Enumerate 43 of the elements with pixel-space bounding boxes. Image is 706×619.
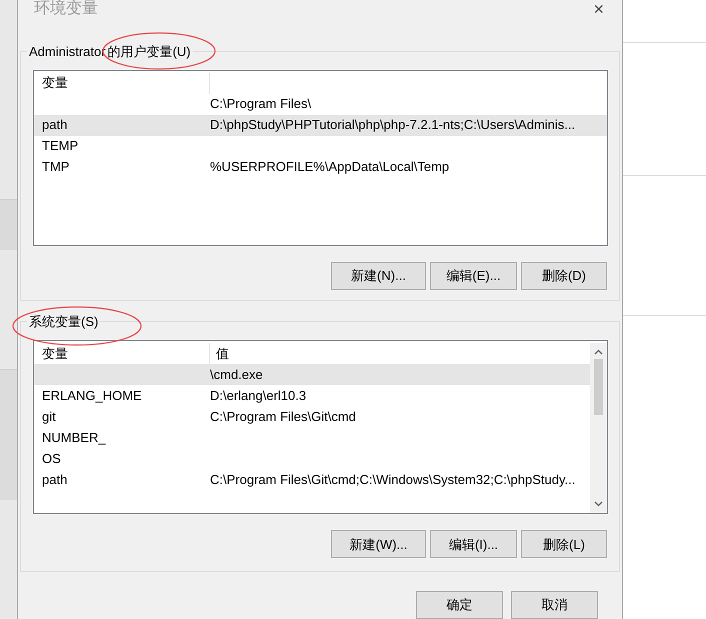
dialog-button[interactable]: 删除(L) [521,530,607,558]
dialog-button[interactable]: 取消 [511,591,598,619]
dialog-button[interactable]: 编辑(E)... [430,262,517,290]
column-header[interactable]: 变量 [42,344,68,364]
list-row[interactable]: git C:\Program Files\Git\cmd [34,406,590,428]
group-title: 系统变量(S) [27,312,100,332]
dialog-button[interactable]: 新建(W)... [331,530,426,558]
list-row[interactable]: TMP %USERPROFILE%\AppData\Local\Temp [34,156,607,178]
group-title: 的用户变量(U) [108,42,191,61]
list-row[interactable]: path C:\Program Files\Git\cmd;C:\Windows\System32;C:\phpStudy... [34,469,590,490]
variable-value: C:\Program Files\Git\cmd [210,409,356,424]
variable-value: D:\phpStudy\PHPTutorial\php\php-7.2.1-nts;C:\Users\Adminis... [210,117,576,132]
scrollbar-thumb[interactable] [594,359,603,416]
close-button[interactable]: × [593,0,604,18]
list-row[interactable]: TEMP [34,136,607,157]
variable-name: path [42,117,68,132]
variable-name: TMP [42,159,70,174]
list-row[interactable]: ERLANG_HOME D:\erlang\erl10.3 [34,385,590,406]
scroll-up-icon[interactable] [594,349,603,356]
column-header[interactable]: 值 [216,346,229,362]
dialog-button[interactable]: 删除(D) [521,262,607,290]
scroll-down-icon[interactable] [594,501,603,508]
dialog-button[interactable]: 编辑(I)... [430,530,517,558]
column-header[interactable]: 变量 [42,73,68,93]
variable-value: %USERPROFILE%\AppData\Local\Temp [210,159,450,174]
list-row[interactable]: NUMBER_ [34,427,590,448]
variable-value: \cmd.exe [210,367,263,382]
variable-name: ERLANG_HOME [42,388,142,404]
variable-value: C:\Program Files\ [210,96,312,112]
variable-name: git [42,409,56,424]
dialog-button[interactable]: 确定 [416,591,503,619]
list-row[interactable]: OS [34,448,590,470]
list-row[interactable]: path D:\phpStudy\PHPTutorial\php\php-7.2.1-nts;C:\Users\Adminis... [34,114,607,136]
variable-name: TEMP [42,138,78,154]
dialog-button[interactable]: 新建(N)... [331,262,426,290]
list-row[interactable]: C:\Program Files\ [34,94,607,115]
variable-value: C:\Program Files\Git\cmd;C:\Windows\System32;C:\phpStudy... [210,472,576,488]
scrollbar[interactable] [590,343,607,514]
variable-value: D:\erlang\erl10.3 [210,388,306,404]
variable-name: path [42,472,68,488]
variable-name: OS [42,451,61,466]
list-row[interactable]: \cmd.exe [34,364,590,386]
variable-name: NUMBER_ [42,430,106,446]
